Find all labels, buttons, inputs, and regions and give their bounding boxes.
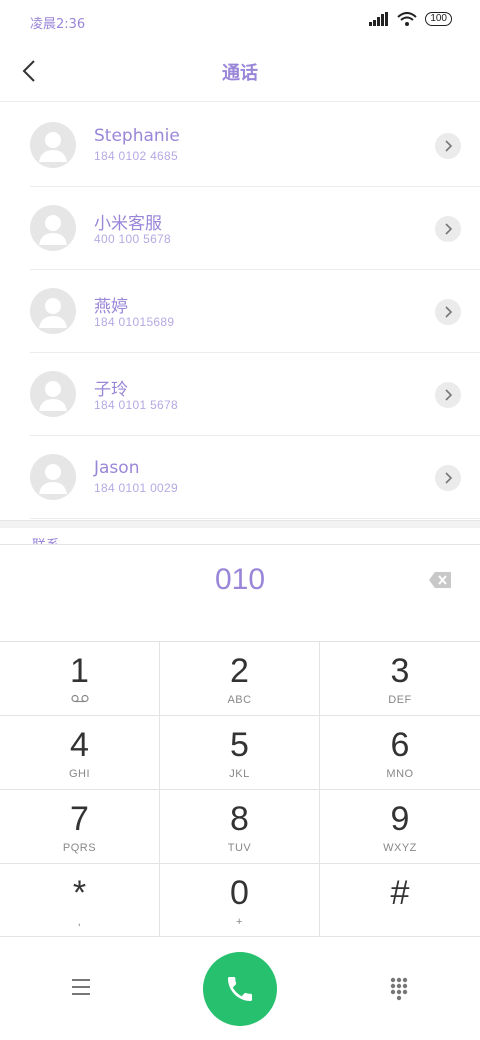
key-digit: 1	[70, 652, 89, 690]
key-letters: MNO	[386, 768, 414, 780]
key-letters: JKL	[229, 768, 250, 780]
person-icon	[39, 132, 67, 162]
dialpad-toggle-button[interactable]	[386, 976, 412, 1002]
chevron-right-icon	[445, 472, 452, 484]
key-3[interactable]: 3 DEF	[320, 642, 480, 716]
dialed-number[interactable]: 010	[0, 563, 480, 597]
key-6[interactable]: 6 MNO	[320, 716, 480, 790]
dialpad: 1 2 ABC 3 DEF 4 GHI 5 JKL 6 MNO 7 PQRS 8…	[0, 642, 480, 937]
status-bar: 凌晨2:36 100	[0, 0, 480, 42]
avatar	[30, 454, 76, 500]
key-letters: PQRS	[62, 842, 97, 854]
contact-number: 184 0102 4685	[94, 149, 178, 163]
contact-number: 184 0101 5678	[94, 398, 178, 412]
key-digit: *	[72, 874, 87, 912]
contact-number: 184 01015689	[94, 315, 175, 329]
key-digit: 0	[230, 874, 249, 912]
key-2[interactable]: 2 ABC	[160, 642, 320, 716]
key-digit: 6	[390, 726, 410, 764]
backspace-icon	[429, 572, 451, 588]
key-digit: 8	[230, 800, 249, 838]
list-divider	[0, 520, 480, 528]
list-item[interactable]: 小米客服 400 100 5678	[0, 187, 480, 270]
key-digit: 3	[390, 652, 410, 690]
page-title: 通话	[222, 63, 258, 84]
status-time: 凌晨2:36	[30, 17, 86, 32]
key-digit: 5	[230, 726, 249, 764]
status-icons: 100	[369, 12, 452, 26]
key-1[interactable]: 1	[0, 642, 160, 716]
person-icon	[39, 298, 67, 328]
key-letters: GHI	[68, 768, 91, 780]
contact-detail-button[interactable]	[435, 465, 461, 491]
backspace-button[interactable]	[428, 571, 452, 589]
contact-detail-button[interactable]	[435, 299, 461, 325]
voicemail-icon	[71, 694, 89, 703]
contact-name: 燕婷	[94, 297, 128, 317]
contact-number: 184 0101 0029	[94, 481, 178, 495]
key-digit: 7	[70, 800, 89, 838]
key-hash[interactable]: #	[320, 864, 480, 937]
list-item[interactable]: Stephanie 184 0102 4685	[0, 104, 480, 187]
contact-list: Stephanie 184 0102 4685 小米客服 400 100 567…	[0, 104, 480, 519]
key-4[interactable]: 4 GHI	[0, 716, 160, 790]
contact-detail-button[interactable]	[435, 382, 461, 408]
contact-number: 400 100 5678	[94, 232, 172, 246]
key-star[interactable]: * ,	[0, 864, 160, 937]
chevron-right-icon	[445, 223, 452, 235]
key-letters: ,	[77, 916, 82, 928]
key-digit: 9	[390, 800, 410, 838]
key-digit: #	[390, 874, 410, 912]
avatar	[30, 205, 76, 251]
menu-button[interactable]	[66, 974, 96, 1000]
dialpad-icon	[390, 977, 408, 1001]
key-digit: 4	[70, 726, 89, 764]
list-item[interactable]: 燕婷 184 01015689	[0, 270, 480, 353]
wifi-icon	[397, 12, 417, 26]
key-letters: WXYZ	[383, 842, 417, 854]
bottom-bar	[0, 938, 480, 1040]
chevron-right-icon	[445, 306, 452, 318]
contact-detail-button[interactable]	[435, 216, 461, 242]
avatar	[30, 371, 76, 417]
partial-list-item: 联系	[32, 532, 72, 544]
key-digit: 2	[230, 652, 249, 690]
key-9[interactable]: 9 WXYZ	[320, 790, 480, 864]
person-icon	[39, 381, 67, 411]
list-item[interactable]: 子玲 184 0101 5678	[0, 353, 480, 436]
battery-icon: 100	[425, 12, 452, 26]
list-item[interactable]: Jason 184 0101 0029	[0, 436, 480, 519]
phone-icon	[228, 977, 252, 1001]
contact-name: Jason	[94, 458, 140, 478]
key-7[interactable]: 7 PQRS	[0, 790, 160, 864]
person-icon	[39, 215, 67, 245]
key-8[interactable]: 8 TUV	[160, 790, 320, 864]
contact-name: 小米客服	[94, 214, 162, 234]
contact-name: Stephanie	[94, 126, 180, 146]
key-letters: ABC	[227, 694, 252, 706]
key-letters: TUV	[227, 842, 252, 854]
key-letters: +	[236, 916, 243, 928]
chevron-right-icon	[445, 140, 452, 152]
contact-name: 子玲	[94, 380, 128, 400]
call-button[interactable]	[203, 952, 277, 1026]
person-icon	[39, 464, 67, 494]
contact-detail-button[interactable]	[435, 133, 461, 159]
key-letters: DEF	[388, 694, 412, 706]
signal-icon	[369, 12, 389, 26]
key-0[interactable]: 0 +	[160, 864, 320, 937]
chevron-right-icon	[445, 389, 452, 401]
app-header: 通话	[0, 42, 480, 102]
avatar	[30, 288, 76, 334]
menu-icon	[72, 979, 90, 995]
avatar	[30, 122, 76, 168]
key-5[interactable]: 5 JKL	[160, 716, 320, 790]
dial-input-area: 010	[0, 544, 480, 642]
